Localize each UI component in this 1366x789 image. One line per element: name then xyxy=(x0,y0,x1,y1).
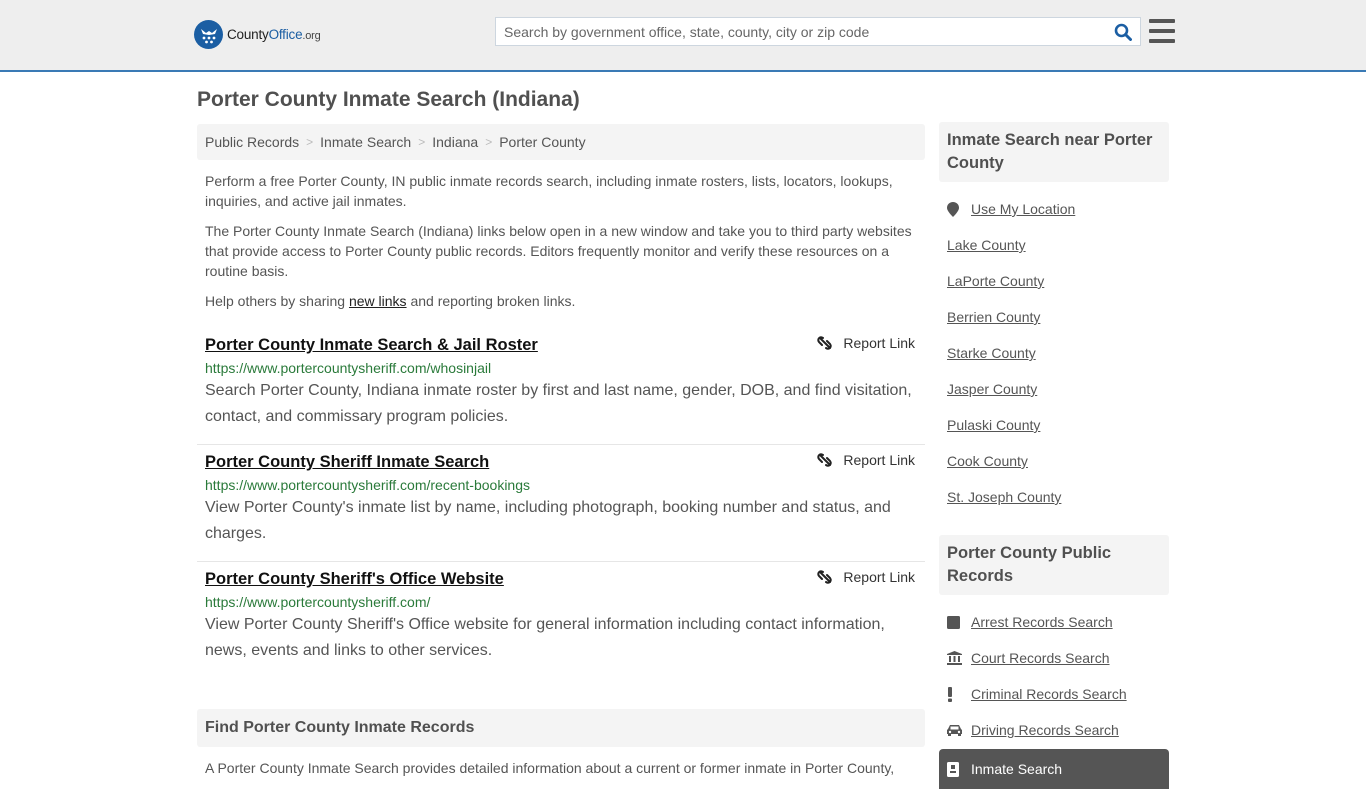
breadcrumb-public-records[interactable]: Public Records xyxy=(205,134,299,150)
intro-text-after: and reporting broken links. xyxy=(406,293,576,309)
public-records-list: Arrest Records Search Court Records Sear… xyxy=(939,604,1169,748)
result-item: Porter County Inmate Search & Jail Roste… xyxy=(197,328,925,445)
public-records-heading: Porter County Public Records xyxy=(939,535,1169,595)
intro-paragraph-2: The Porter County Inmate Search (Indiana… xyxy=(205,223,912,279)
find-records-text: A Porter County Inmate Search provides d… xyxy=(205,760,895,776)
breadcrumb-separator: > xyxy=(418,135,426,149)
report-link-label: Report Link xyxy=(843,452,915,468)
use-my-location-link[interactable]: Use My Location xyxy=(971,201,1075,217)
hamburger-menu-icon[interactable] xyxy=(1149,19,1175,43)
main-content: Public Records > Inmate Search > Indiana… xyxy=(197,124,925,778)
id-badge-icon xyxy=(947,761,963,777)
eagle-logo-icon xyxy=(194,20,223,49)
nearby-county-item: Pulaski County xyxy=(947,407,1161,443)
search-icon xyxy=(1114,23,1132,41)
criminal-records-link[interactable]: Criminal Records Search xyxy=(971,686,1127,702)
nearby-county-item: Lake County xyxy=(947,227,1161,263)
site-logo[interactable]: CountyOffice.org xyxy=(194,20,321,49)
result-title-link[interactable]: Porter County Sheriff Inmate Search xyxy=(205,451,489,473)
menu-bar xyxy=(1149,29,1175,33)
court-records-link[interactable]: Court Records Search xyxy=(971,650,1110,666)
driving-records-link[interactable]: Driving Records Search xyxy=(971,722,1119,738)
find-records-heading: Find Porter County Inmate Records xyxy=(197,709,925,747)
inmate-search-active-item[interactable]: Inmate Search xyxy=(939,749,1169,789)
nearby-county-link[interactable]: Cook County xyxy=(947,453,1028,469)
results-list: Porter County Inmate Search & Jail Roste… xyxy=(197,328,925,679)
new-links-link[interactable]: new links xyxy=(349,293,407,309)
nearby-county-link[interactable]: Berrien County xyxy=(947,309,1040,325)
report-link-button[interactable]: Report Link xyxy=(817,569,915,585)
result-item: Porter County Sheriff's Office Website R… xyxy=(197,562,925,679)
report-link-label: Report Link xyxy=(843,569,915,585)
breadcrumb-separator: > xyxy=(306,135,314,149)
site-search xyxy=(495,17,1141,46)
courthouse-icon xyxy=(947,651,963,665)
breadcrumb-indiana[interactable]: Indiana xyxy=(432,134,478,150)
broken-link-icon xyxy=(817,453,833,467)
intro-text-before: Help others by sharing xyxy=(205,293,349,309)
nearby-list: Use My Location Lake County LaPorte Coun… xyxy=(939,191,1169,515)
broken-link-icon xyxy=(817,336,833,350)
nearby-heading: Inmate Search near Porter County xyxy=(939,122,1169,182)
square-icon xyxy=(947,615,963,629)
result-description: View Porter County Sheriff's Office webs… xyxy=(205,616,885,659)
breadcrumb-separator: > xyxy=(485,135,493,149)
intro-paragraph-3: Help others by sharing new links and rep… xyxy=(205,291,917,311)
nearby-county-link[interactable]: Lake County xyxy=(947,237,1026,253)
intro-text: Perform a free Porter County, IN public … xyxy=(197,171,925,311)
nearby-county-item: Berrien County xyxy=(947,299,1161,335)
result-url: https://www.portercountysheriff.com/ xyxy=(205,594,431,610)
logo-text-county: County xyxy=(227,27,269,42)
result-description: Search Porter County, Indiana inmate ros… xyxy=(205,382,912,425)
court-records-item: Court Records Search xyxy=(947,640,1161,676)
nearby-county-link[interactable]: Starke County xyxy=(947,345,1036,361)
driving-records-item: Driving Records Search xyxy=(947,712,1161,748)
breadcrumb-porter-county[interactable]: Porter County xyxy=(499,134,585,150)
result-description: View Porter County's inmate list by name… xyxy=(205,499,891,542)
breadcrumb-inmate-search[interactable]: Inmate Search xyxy=(320,134,411,150)
nearby-county-item: St. Joseph County xyxy=(947,479,1161,515)
search-button[interactable] xyxy=(1106,18,1140,45)
result-item: Porter County Sheriff Inmate Search Repo… xyxy=(197,445,925,562)
criminal-records-item: Criminal Records Search xyxy=(947,676,1161,712)
logo-text-org: .org xyxy=(302,30,321,42)
result-url: https://www.portercountysheriff.com/rece… xyxy=(205,477,531,493)
breadcrumb: Public Records > Inmate Search > Indiana… xyxy=(197,124,925,160)
arrest-records-item: Arrest Records Search xyxy=(947,604,1161,640)
logo-text-office: Office xyxy=(268,27,303,42)
intro-paragraph-1: Perform a free Porter County, IN public … xyxy=(205,173,893,209)
nearby-county-item: Cook County xyxy=(947,443,1161,479)
nearby-county-link[interactable]: Jasper County xyxy=(947,381,1037,397)
nearby-county-item: Starke County xyxy=(947,335,1161,371)
report-link-button[interactable]: Report Link xyxy=(817,335,915,351)
result-title-link[interactable]: Porter County Sheriff's Office Website xyxy=(205,568,504,590)
broken-link-icon xyxy=(817,570,833,584)
page-title: Porter County Inmate Search (Indiana) xyxy=(197,88,580,111)
nearby-county-item: Jasper County xyxy=(947,371,1161,407)
car-icon xyxy=(947,724,963,736)
report-link-label: Report Link xyxy=(843,335,915,351)
nearby-county-link[interactable]: Pulaski County xyxy=(947,417,1040,433)
report-link-button[interactable]: Report Link xyxy=(817,452,915,468)
result-title-link[interactable]: Porter County Inmate Search & Jail Roste… xyxy=(205,334,538,356)
nearby-county-item: LaPorte County xyxy=(947,263,1161,299)
search-input[interactable] xyxy=(496,18,1106,45)
map-marker-icon xyxy=(947,201,963,217)
logo-text: CountyOffice.org xyxy=(227,27,321,42)
nearby-county-link[interactable]: LaPorte County xyxy=(947,273,1044,289)
menu-bar xyxy=(1149,19,1175,23)
arrest-records-link[interactable]: Arrest Records Search xyxy=(971,614,1113,630)
menu-bar xyxy=(1149,39,1175,43)
nearby-county-link[interactable]: St. Joseph County xyxy=(947,489,1061,505)
use-my-location-item: Use My Location xyxy=(947,191,1161,227)
exclamation-icon xyxy=(947,686,963,702)
site-header: CountyOffice.org xyxy=(0,0,1366,72)
result-url: https://www.portercountysheriff.com/whos… xyxy=(205,360,492,376)
sidebar: Inmate Search near Porter County Use My … xyxy=(939,122,1169,789)
inmate-search-label: Inmate Search xyxy=(971,761,1063,777)
